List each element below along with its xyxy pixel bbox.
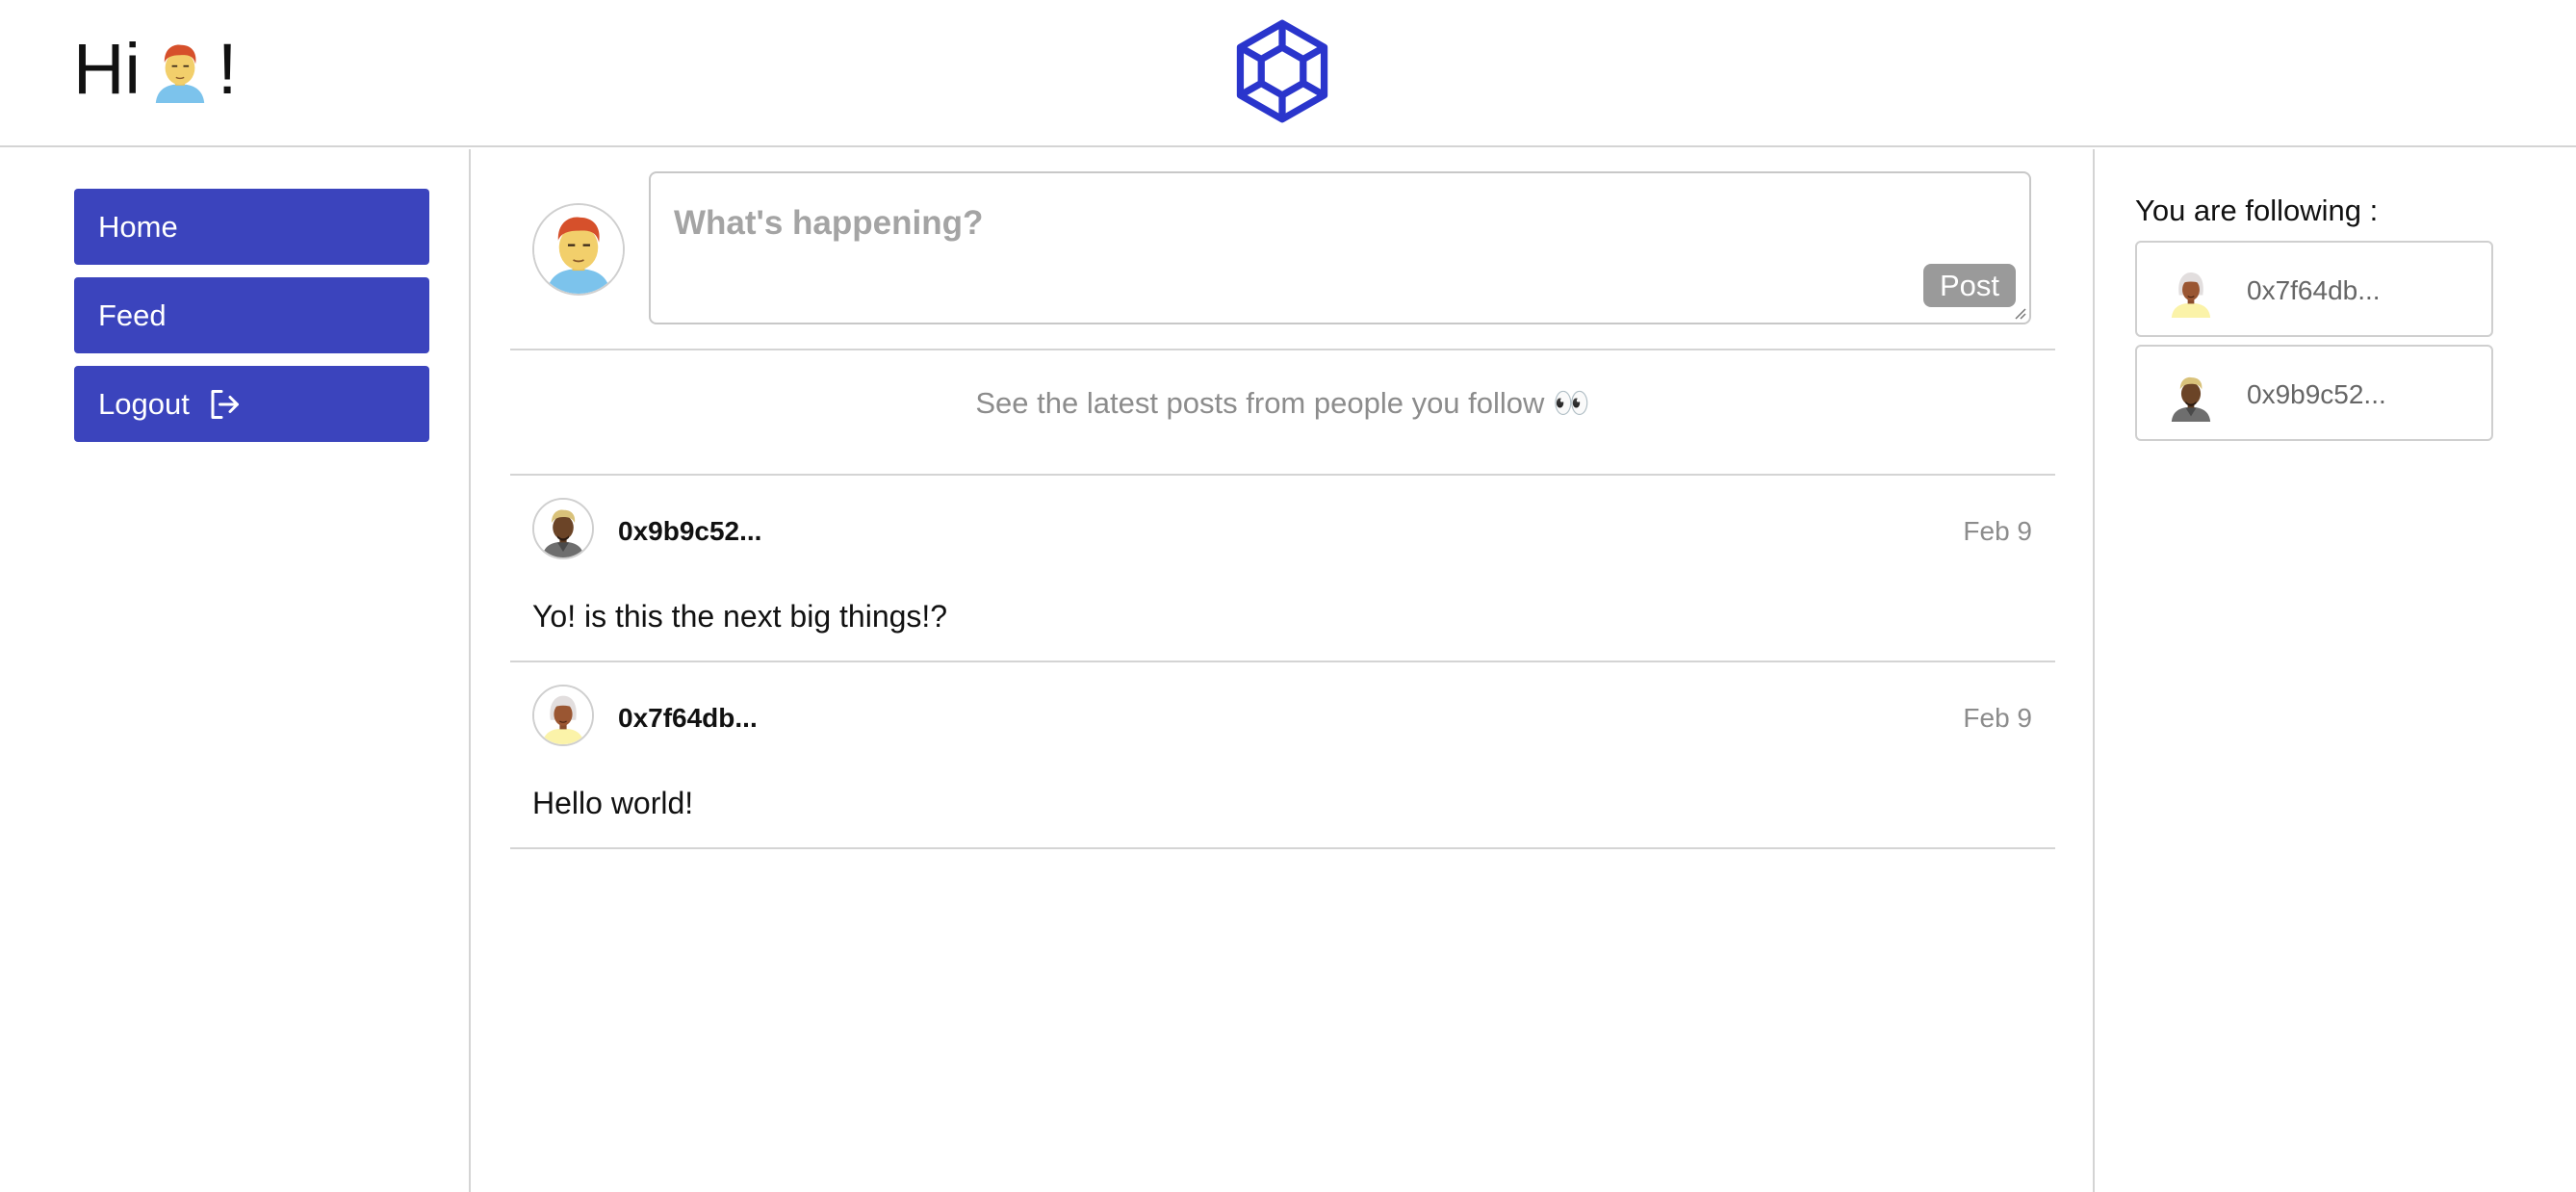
post-date: Feb 9 xyxy=(1963,703,2032,733)
post-avatar[interactable] xyxy=(532,685,594,746)
post-avatar[interactable] xyxy=(532,498,594,559)
top-header: Hi ! xyxy=(0,0,2576,147)
user-avatar-icon xyxy=(146,31,214,108)
post-button[interactable]: Post xyxy=(1923,264,2016,307)
sidebar-item-feed[interactable]: Feed xyxy=(74,277,429,353)
sidebar-item-label: Logout xyxy=(98,386,190,421)
following-avatar-icon xyxy=(2164,366,2218,424)
logout-icon xyxy=(211,389,239,419)
following-avatar-icon xyxy=(2164,262,2218,320)
following-panel: You are following : 0x7f64db... 0x9b9c52… xyxy=(2093,149,2576,1192)
sidebar-item-home[interactable]: Home xyxy=(74,189,429,265)
following-item[interactable]: 0x9b9c52... xyxy=(2135,345,2493,441)
sidebar-item-label: Feed xyxy=(98,298,167,332)
post-author[interactable]: 0x9b9c52... xyxy=(618,516,761,547)
left-sidebar: Home Feed Logout xyxy=(0,149,471,1192)
post-date: Feb 9 xyxy=(1963,516,2032,546)
greeting: Hi ! xyxy=(73,31,237,108)
post-author[interactable]: 0x7f64db... xyxy=(618,703,758,734)
following-title: You are following : xyxy=(2135,194,2379,227)
resize-grip-icon[interactable] xyxy=(2013,306,2026,320)
main-feed: Post See the latest posts from people yo… xyxy=(473,149,2093,1192)
post-text: Hello world! xyxy=(532,786,694,820)
compose-box: Post xyxy=(649,171,2031,324)
divider xyxy=(510,349,2055,350)
sidebar-item-label: Home xyxy=(98,209,178,244)
compose-input[interactable] xyxy=(651,173,2029,323)
user-avatar-icon xyxy=(534,205,623,294)
post-card[interactable]: 0x7f64db... Feb 9 Hello world! xyxy=(510,662,2055,849)
post-text: Yo! is this the next big things!? xyxy=(532,599,948,634)
greeting-suffix: ! xyxy=(217,29,238,109)
sidebar-item-logout[interactable]: Logout xyxy=(74,366,429,442)
following-name: 0x9b9c52... xyxy=(2247,379,2386,409)
greeting-prefix: Hi xyxy=(73,29,141,109)
compose-avatar xyxy=(532,203,625,296)
author-avatar-icon xyxy=(534,500,592,557)
feed-hint: See the latest posts from people you fol… xyxy=(975,386,1590,420)
following-item[interactable]: 0x7f64db... xyxy=(2135,241,2493,337)
hexagon-knot-logo-icon[interactable] xyxy=(1232,17,1332,125)
post-card[interactable]: 0x9b9c52... Feb 9 Yo! is this the next b… xyxy=(510,476,2055,662)
author-avatar-icon xyxy=(534,687,592,744)
following-name: 0x7f64db... xyxy=(2247,275,2381,305)
